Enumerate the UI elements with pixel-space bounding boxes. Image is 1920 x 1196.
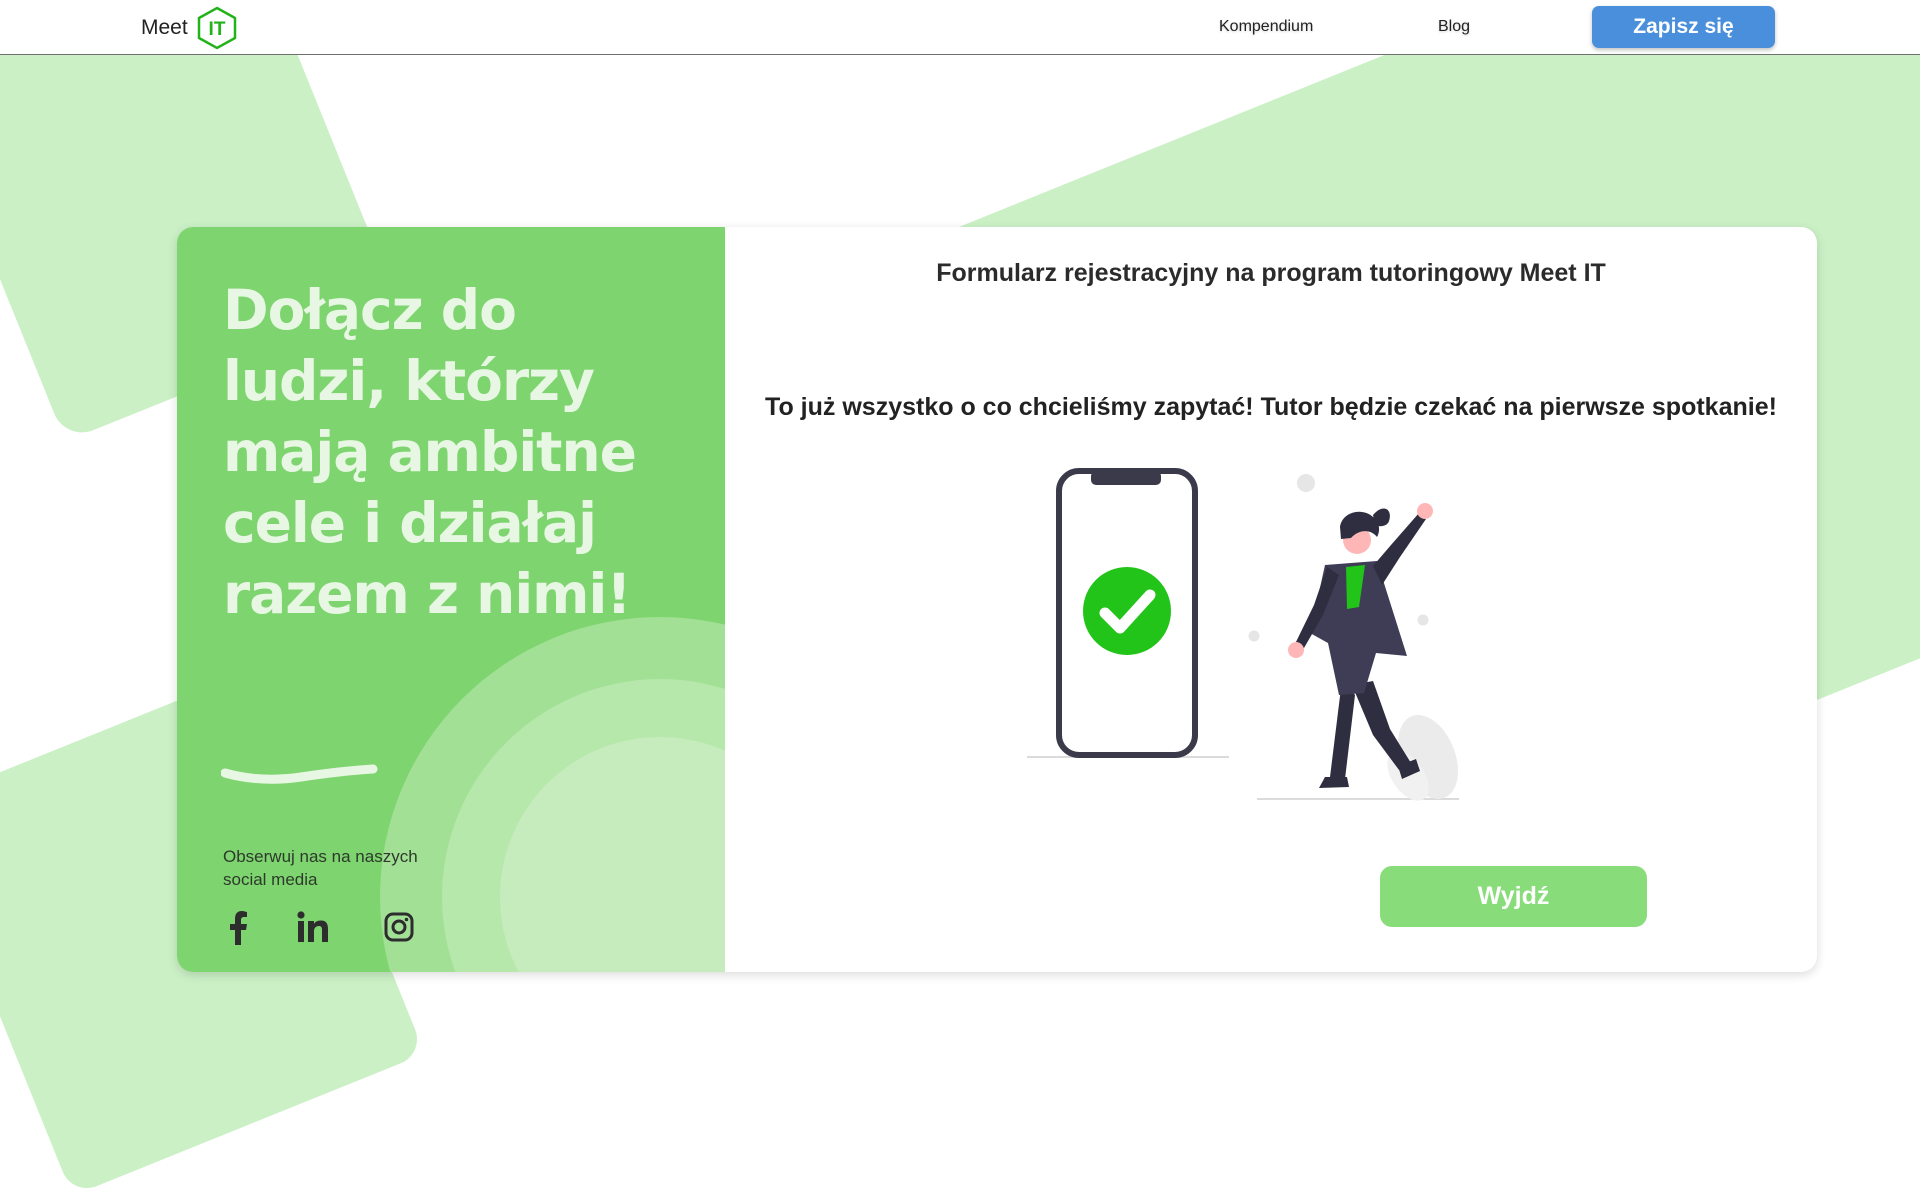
promo-panel: Dołącz do ludzi, którzy mają ambitne cel… <box>177 227 725 972</box>
facebook-icon[interactable] <box>227 911 249 950</box>
exit-button[interactable]: Wyjdź <box>1380 866 1647 927</box>
logo-link[interactable]: Meet IT <box>141 6 238 50</box>
nav-blog[interactable]: Blog <box>1438 18 1470 36</box>
completion-message: To już wszystko o co chcieliśmy zapytać!… <box>765 393 1777 421</box>
top-navbar: Meet IT Kompendium Blog Zapisz się <box>0 0 1920 55</box>
registration-card: Dołącz do ludzi, którzy mają ambitne cel… <box>177 227 1817 972</box>
woman-illustration <box>1248 474 1459 801</box>
logo-hexagon-icon: IT <box>196 6 238 50</box>
form-title: Formularz rejestracyjny na program tutor… <box>936 259 1606 287</box>
instagram-icon[interactable] <box>383 911 415 948</box>
promo-headline: Dołącz do ludzi, którzy mają ambitne cel… <box>223 278 637 626</box>
headline-underline <box>221 764 378 784</box>
linkedin-icon[interactable] <box>297 911 329 948</box>
signup-button[interactable]: Zapisz się <box>1592 6 1775 48</box>
logo-badge: IT <box>208 19 225 40</box>
logo-text: Meet <box>141 16 188 39</box>
nav-kompendium[interactable]: Kompendium <box>1219 18 1313 36</box>
social-caption: Obserwuj nas na naszych social media <box>223 847 418 889</box>
check-circle-icon <box>1083 567 1171 655</box>
success-illustration <box>1027 468 1459 801</box>
